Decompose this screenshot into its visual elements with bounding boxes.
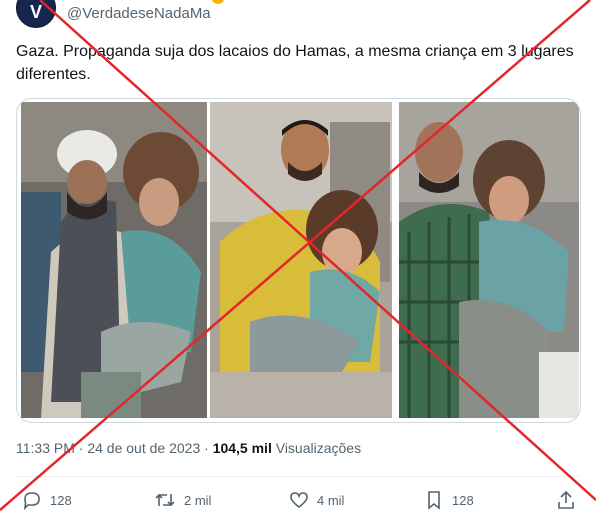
like-button[interactable]: 4 mil (289, 488, 344, 512)
photo-man-yellow-shirt[interactable] (210, 102, 392, 418)
author-handle[interactable]: @VerdadeseNadaMa (67, 5, 211, 22)
retweet-button[interactable]: 2 mil (154, 488, 211, 512)
tweet-meta: 11:33 PM · 24 de out de 2023 · 104,5 mil… (16, 440, 361, 456)
share-icon (558, 490, 574, 509)
tweet-date[interactable]: 24 de out de 2023 (87, 440, 200, 456)
views-count: 104,5 mil (212, 440, 272, 456)
retweet-count: 2 mil (184, 492, 212, 508)
avatar[interactable]: V (16, 0, 56, 28)
meta-separator: · (204, 440, 209, 456)
photo-rescuer-white-helmet[interactable] (21, 102, 207, 418)
reply-button[interactable]: 128 (22, 488, 72, 512)
tweet-text: Gaza. Propaganda suja dos lacaios do Ham… (16, 43, 574, 83)
emoji-badge-icon (212, 0, 224, 4)
retweet-icon (155, 493, 175, 507)
bookmark-icon (428, 491, 440, 510)
photo-man-plaid-shirt[interactable] (399, 102, 579, 418)
meta-separator: · (78, 440, 84, 456)
share-button[interactable] (556, 488, 584, 512)
bookmark-count: 128 (452, 492, 474, 508)
tweet-media[interactable] (16, 98, 581, 423)
bookmark-button[interactable]: 128 (424, 488, 474, 512)
avatar-letter: V (29, 2, 42, 22)
views-label: Visualizações (275, 440, 362, 456)
reply-count: 128 (50, 492, 72, 508)
reply-icon (23, 492, 40, 510)
heart-icon (290, 492, 308, 509)
like-count: 4 mil (317, 492, 345, 508)
divider (16, 476, 580, 477)
tweet-time[interactable]: 11:33 PM (16, 440, 75, 456)
